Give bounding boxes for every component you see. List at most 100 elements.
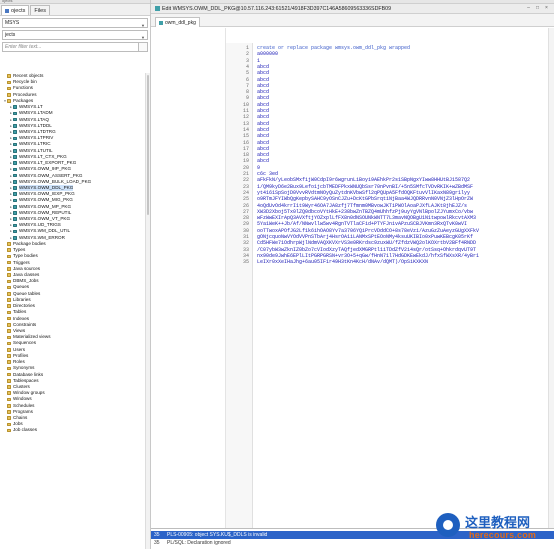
code-line[interactable]: a000000	[257, 51, 278, 57]
line-number: 8	[245, 89, 249, 96]
package-icon	[13, 130, 17, 134]
left-panel-topbar: ojects	[0, 0, 150, 4]
package-icon	[13, 136, 17, 141]
object-browser-panel: ojects ojects Files MSYS ▼ jects ▼ Enter…	[0, 0, 151, 549]
schema-select[interactable]: MSYS ▼	[2, 18, 148, 28]
folder-icon	[7, 273, 11, 277]
line-number: 16	[242, 139, 249, 146]
folder-icon	[7, 248, 11, 253]
folder-icon	[7, 416, 11, 420]
package-icon	[13, 117, 17, 122]
line-number: 12	[242, 114, 249, 121]
folder-icon	[7, 354, 11, 358]
package-icon	[13, 204, 17, 209]
line-number: 27	[242, 208, 249, 215]
package-icon	[13, 192, 17, 197]
package-icon	[13, 236, 17, 240]
filter-placeholder: Enter filter text...	[5, 44, 42, 50]
folder-icon	[7, 341, 11, 346]
folder-icon	[7, 80, 11, 85]
editor-scrollbar[interactable]	[548, 28, 554, 528]
minimize-icon[interactable]: –	[525, 5, 532, 12]
line-number: 4	[245, 63, 249, 70]
message-line-number: 35	[154, 540, 160, 546]
folder-icon	[7, 360, 11, 364]
line-number: 3	[245, 57, 249, 64]
object-type-select-value: jects	[5, 32, 16, 38]
tree-item-label: Job classes	[13, 427, 38, 433]
tab-owm-ddl-pkg[interactable]: owm_ddl_pkg	[155, 17, 200, 27]
line-number: 29	[242, 221, 249, 228]
line-number: 30	[242, 227, 249, 234]
folder-icon	[7, 304, 11, 308]
line-number: 10	[242, 101, 249, 108]
folder-icon	[7, 335, 11, 340]
package-icon	[13, 198, 17, 203]
folder-icon	[7, 260, 11, 265]
folder-icon	[7, 316, 11, 321]
folder-icon	[7, 428, 11, 433]
filter-options-button[interactable]	[138, 42, 148, 52]
line-number: 13	[242, 120, 249, 127]
object-tree[interactable]: Recent objects Recycle bin Functions Proced…	[0, 73, 146, 549]
maximize-icon[interactable]: □	[534, 5, 541, 12]
folder-icon	[7, 99, 11, 103]
line-number: 25	[242, 196, 249, 203]
message-line-number: 35	[154, 532, 160, 538]
tree-folder-item[interactable]: Job classes	[3, 427, 146, 433]
folder-icon	[7, 267, 11, 271]
tab-files[interactable]: Files	[30, 5, 50, 15]
line-number: 2	[245, 51, 249, 58]
folder-icon	[7, 329, 11, 333]
line-number: 20	[242, 164, 249, 171]
editor-tab-label: owm_ddl_pkg	[165, 20, 196, 26]
message-text: PL/SQL: Declaration ignored	[167, 540, 231, 546]
folder-icon	[7, 254, 11, 259]
folder-icon	[7, 323, 11, 327]
line-number: 26	[242, 202, 249, 209]
folder-icon	[7, 372, 11, 377]
editor-window-title: Edit WMSYS.OWM_DDL_PKG@10.57.116.243:615…	[162, 6, 392, 12]
folder-icon	[7, 391, 11, 396]
watermark-logo: 这里教程网 herecours.com	[436, 509, 550, 543]
line-number: 21	[242, 171, 249, 177]
code-line[interactable]: create or replace package wmsys.owm_ddl_…	[257, 45, 410, 51]
package-icon	[13, 186, 17, 190]
editor-title-bar: Edit WMSYS.OWM_DDL_PKG@10.57.116.243:615…	[151, 4, 554, 14]
tree-scrollbar-thumb[interactable]	[147, 75, 149, 215]
package-icon	[13, 124, 17, 128]
line-number: 6	[245, 76, 249, 83]
line-number: 23	[242, 183, 249, 190]
package-icon	[13, 173, 17, 178]
package-icon	[13, 161, 17, 165]
folder-icon	[7, 74, 11, 78]
line-number: 11	[242, 108, 249, 114]
package-icon	[13, 142, 17, 147]
close-icon[interactable]: ×	[543, 5, 550, 12]
line-number: 14	[242, 126, 249, 133]
objects-icon	[5, 8, 9, 13]
line-number: 15	[242, 133, 249, 140]
filter-input[interactable]: Enter filter text...	[2, 42, 148, 52]
tab-objects[interactable]: ojects	[1, 5, 30, 15]
code-line[interactable]: LeIXr0xXeIHaJhg+6au05IF1r49H3tKn4KcH/dNA…	[257, 259, 428, 265]
editor-window: Edit WMSYS.OWM_DDL_PKG@10.57.116.243:615…	[151, 0, 554, 549]
folder-icon	[7, 279, 11, 284]
line-number: 28	[242, 215, 249, 222]
package-icon	[13, 229, 17, 234]
folder-icon	[7, 242, 11, 246]
line-number: 33	[242, 246, 249, 253]
package-icon	[13, 155, 17, 159]
message-text: PLS-00905: object SYS.KU$_DDLS is invali…	[167, 532, 268, 538]
left-panel-topbar-text: ojects	[2, 0, 13, 3]
chevron-down-icon: ▼	[141, 35, 145, 40]
folder-icon	[7, 385, 11, 389]
package-icon	[13, 223, 17, 228]
line-number: 1	[245, 45, 249, 51]
tree-scrollbar[interactable]	[145, 73, 150, 549]
line-number-gutter: 1 2 3 4 5 6 7 8 9 10 11 12 13 14 15 16 17 18 19 20 21 22 23 24 2…	[226, 43, 253, 528]
folder-icon	[7, 310, 11, 315]
folder-icon	[7, 410, 11, 414]
object-type-select[interactable]: jects ▼	[2, 30, 148, 40]
code-editor[interactable]: create or replace package wmsys.owm_ddl_…	[257, 43, 548, 528]
